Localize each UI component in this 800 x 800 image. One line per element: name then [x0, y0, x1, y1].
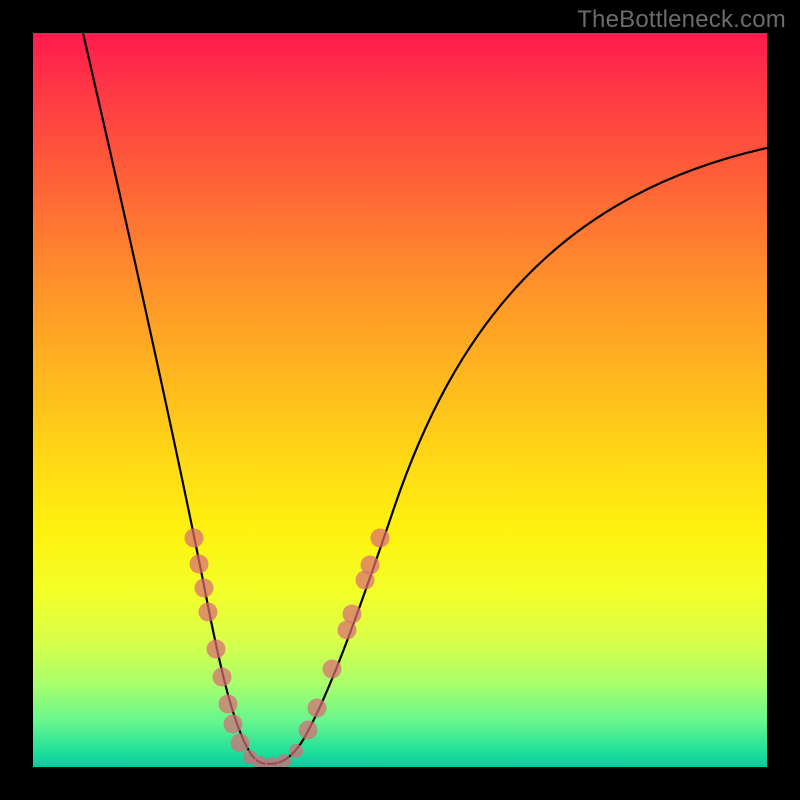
bead — [343, 605, 362, 624]
bead — [265, 757, 279, 767]
chart-frame: TheBottleneck.com — [0, 0, 800, 800]
bead — [224, 715, 243, 734]
plot-area — [33, 33, 767, 767]
bead — [219, 695, 238, 714]
bead — [308, 699, 327, 718]
plot-svg — [33, 33, 767, 767]
bead — [185, 529, 204, 548]
bead — [190, 555, 209, 574]
bead — [361, 556, 380, 575]
bead — [323, 660, 342, 679]
bead — [207, 640, 226, 659]
bottleneck-curve — [83, 33, 767, 764]
bead — [371, 529, 390, 548]
bead — [213, 668, 232, 687]
bead — [199, 603, 218, 622]
bead — [231, 734, 250, 753]
bead — [289, 744, 303, 758]
watermark-text: TheBottleneck.com — [577, 6, 786, 34]
bead — [299, 721, 318, 740]
beads-group — [185, 529, 390, 768]
bead — [195, 579, 214, 598]
